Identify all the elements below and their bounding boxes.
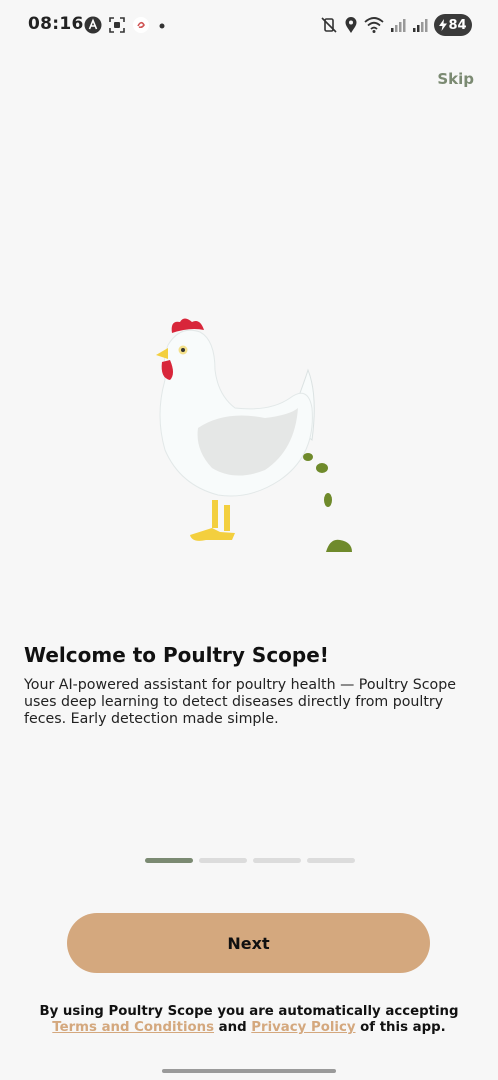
wifi-icon bbox=[364, 17, 384, 33]
onboarding-screen: 08:16 84 Skip Welcome to Poultry Scope! … bbox=[0, 0, 498, 1080]
dropping bbox=[303, 453, 313, 461]
mute-vibrate-icon bbox=[321, 17, 337, 33]
page-description: Your AI-powered assistant for poultry he… bbox=[24, 677, 456, 727]
location-icon bbox=[345, 17, 357, 33]
signal-icon-2 bbox=[413, 19, 428, 32]
app-notification-icon bbox=[133, 17, 149, 33]
chicken-leg bbox=[212, 500, 218, 528]
page-indicator-step-2 bbox=[199, 858, 247, 863]
dot-icon bbox=[159, 23, 165, 29]
battery-charging-icon bbox=[439, 19, 448, 31]
battery-indicator: 84 bbox=[434, 14, 472, 36]
skip-button[interactable]: Skip bbox=[437, 70, 474, 88]
page-indicator-step-4 bbox=[307, 858, 355, 863]
status-left-icons bbox=[84, 16, 168, 34]
privacy-link[interactable]: Privacy Policy bbox=[251, 1020, 355, 1035]
page-title: Welcome to Poultry Scope! bbox=[24, 643, 329, 667]
dropping bbox=[324, 493, 332, 507]
legal-prefix: By using Poultry Scope you are automatic… bbox=[39, 1004, 459, 1019]
screenshot-icon bbox=[109, 17, 125, 33]
legal-suffix: of this app. bbox=[360, 1020, 446, 1035]
chicken-leg bbox=[224, 505, 230, 531]
legal-notice: By using Poultry Scope you are automatic… bbox=[20, 1004, 478, 1036]
status-bar: 08:16 84 bbox=[0, 0, 498, 52]
dropping bbox=[326, 539, 352, 552]
status-time: 08:16 bbox=[28, 14, 84, 34]
dropping bbox=[316, 463, 328, 473]
chicken-beak bbox=[156, 348, 168, 359]
status-right-icons: 84 bbox=[320, 14, 472, 36]
battery-level: 84 bbox=[448, 17, 467, 33]
accessibility-icon bbox=[84, 16, 102, 34]
next-button[interactable]: Next bbox=[67, 913, 430, 973]
terms-link[interactable]: Terms and Conditions bbox=[52, 1020, 214, 1035]
page-indicator bbox=[145, 858, 355, 863]
signal-icon bbox=[391, 19, 406, 32]
home-indicator[interactable] bbox=[162, 1069, 336, 1073]
chicken-illustration bbox=[156, 318, 352, 552]
page-indicator-step-3 bbox=[253, 858, 301, 863]
page-indicator-step-1 bbox=[145, 858, 193, 863]
legal-and: and bbox=[218, 1020, 247, 1035]
